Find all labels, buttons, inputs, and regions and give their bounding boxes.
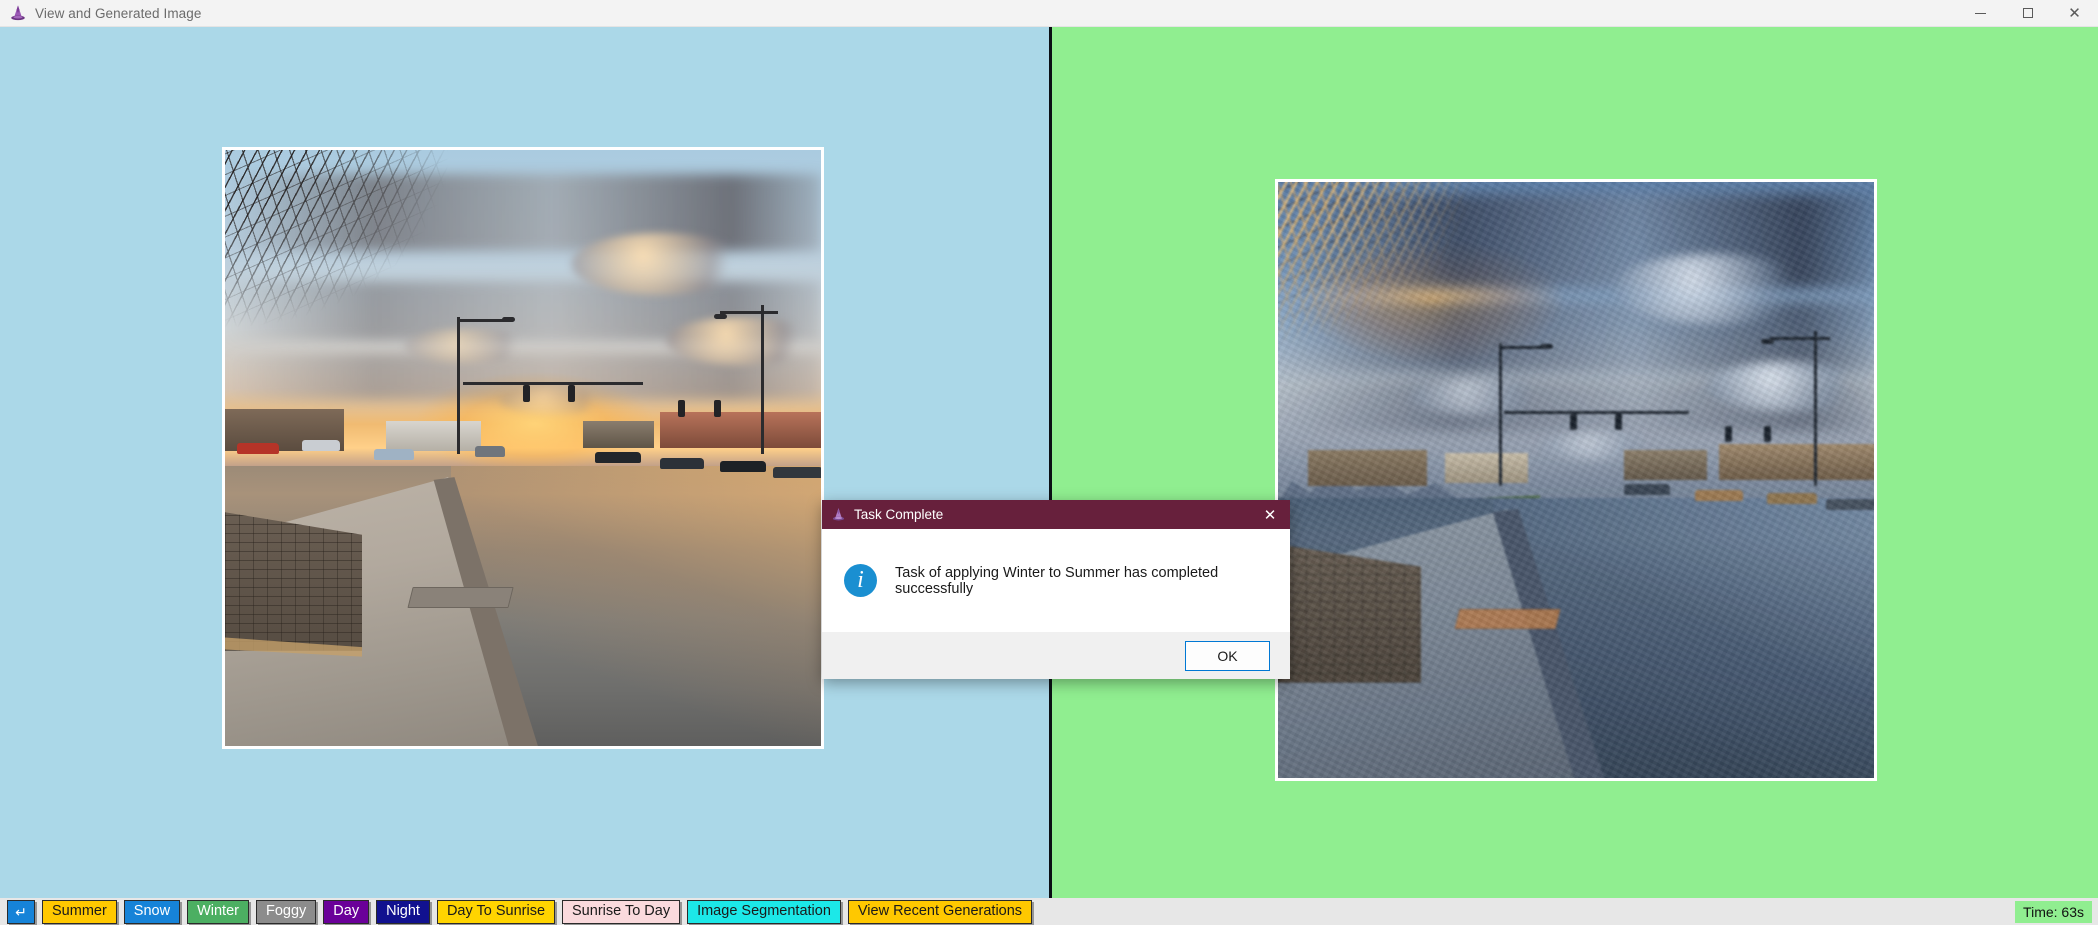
- minimize-icon: [1975, 12, 1986, 14]
- foggy-button[interactable]: Foggy: [255, 899, 317, 924]
- signal-mast-arm: [1504, 411, 1690, 415]
- light-pole: [1814, 331, 1818, 486]
- moving-car: [1766, 492, 1817, 504]
- utility-access-plate: [1454, 608, 1561, 629]
- window-title: View and Generated Image: [35, 5, 202, 21]
- image-panels: [0, 27, 2098, 898]
- window-title-bar: View and Generated Image ✕: [0, 0, 2098, 27]
- night-button[interactable]: Night: [376, 899, 430, 924]
- traffic-light: [567, 384, 575, 402]
- generated-image-frame[interactable]: [1275, 179, 1877, 781]
- bottom-toolbar: ↵ Summer Snow Winter Foggy Day Night Day…: [0, 898, 2098, 925]
- moving-car: [773, 466, 821, 478]
- dialog-close-button[interactable]: ✕: [1250, 500, 1290, 529]
- traffic-light: [1725, 426, 1732, 443]
- ok-button[interactable]: OK: [1185, 640, 1270, 671]
- tree-branches: [225, 150, 482, 353]
- building: [1719, 444, 1874, 480]
- dialog-title-bar: Task Complete ✕: [822, 500, 1290, 529]
- dialog-title: Task Complete: [854, 507, 944, 522]
- building: [1444, 453, 1529, 483]
- dialog-message: Task of applying Winter to Summer has co…: [895, 564, 1219, 597]
- close-icon: ✕: [2068, 4, 2081, 22]
- traffic-light: [713, 400, 721, 418]
- parked-car: [374, 448, 414, 460]
- cloud-puff: [1611, 253, 1812, 324]
- source-image-frame[interactable]: [222, 147, 824, 749]
- day-to-sunrise-button[interactable]: Day To Sunrise: [436, 899, 556, 924]
- moving-car: [660, 457, 705, 469]
- task-complete-dialog: Task Complete ✕ i Task of applying Winte…: [822, 500, 1290, 679]
- moving-car: [594, 451, 641, 463]
- generated-photo: [1278, 182, 1874, 778]
- application-window: View and Generated Image ✕ ↵ Summer Snow…: [0, 0, 2098, 925]
- day-button[interactable]: Day: [323, 899, 370, 924]
- back-button[interactable]: ↵: [7, 899, 35, 924]
- building: [1307, 450, 1427, 486]
- light-pole-arm: [1769, 336, 1830, 340]
- summer-button[interactable]: Summer: [42, 899, 117, 924]
- cloud-puff: [666, 316, 817, 365]
- view-recent-generations-button[interactable]: View Recent Generations: [847, 899, 1033, 924]
- dialog-body: i Task of applying Winter to Summer has …: [822, 529, 1290, 632]
- traffic-light: [1614, 413, 1622, 430]
- maximize-icon: [2022, 8, 2033, 18]
- traffic-light: [523, 384, 530, 402]
- light-pole: [761, 304, 765, 454]
- winter-button[interactable]: Winter: [187, 899, 249, 924]
- cloud-puff: [1707, 360, 1868, 411]
- elapsed-time-badge: Time: 63s: [2015, 900, 2092, 923]
- moving-car: [1826, 498, 1874, 510]
- traffic-light: [1570, 413, 1578, 430]
- signal-mast-arm: [463, 382, 644, 386]
- moving-car: [475, 445, 506, 457]
- wizard-hat-icon: [832, 508, 845, 521]
- close-icon: ✕: [1263, 506, 1277, 524]
- street-lamp: [1540, 344, 1554, 350]
- dialog-footer: OK: [822, 632, 1290, 679]
- source-image-panel: [0, 27, 1049, 898]
- parked-car: [302, 439, 341, 451]
- snow-button[interactable]: Snow: [123, 899, 181, 924]
- utility-access-plate: [407, 587, 514, 609]
- back-arrow-icon: ↵: [15, 903, 27, 920]
- tree-branches: [1278, 182, 1505, 367]
- building: [582, 421, 655, 448]
- moving-car: [1695, 489, 1744, 501]
- cloud-puff: [1409, 378, 1550, 415]
- building: [385, 421, 482, 451]
- wizard-hat-icon: [11, 5, 25, 21]
- source-photo: [225, 150, 821, 746]
- minimize-button[interactable]: [1957, 0, 2004, 27]
- cloud-puff: [499, 388, 610, 415]
- close-button[interactable]: ✕: [2051, 0, 2098, 27]
- traffic-light: [677, 400, 685, 418]
- street-lamp: [713, 313, 727, 319]
- cloud-puff: [570, 233, 751, 296]
- sunrise-to-day-button[interactable]: Sunrise To Day: [562, 899, 681, 924]
- traffic-light: [1763, 426, 1771, 443]
- building: [660, 412, 821, 448]
- street-lamp: [1760, 339, 1774, 345]
- street-lamp: [502, 316, 516, 322]
- moving-car: [1623, 483, 1670, 495]
- building: [1623, 450, 1708, 480]
- light-pole-arm: [719, 310, 778, 314]
- info-icon: i: [844, 564, 877, 597]
- maximize-button[interactable]: [2004, 0, 2051, 27]
- image-segmentation-button[interactable]: Image Segmentation: [687, 899, 841, 924]
- parked-car: [236, 442, 279, 454]
- moving-car: [719, 460, 766, 472]
- generated-image-panel: [1049, 27, 2098, 898]
